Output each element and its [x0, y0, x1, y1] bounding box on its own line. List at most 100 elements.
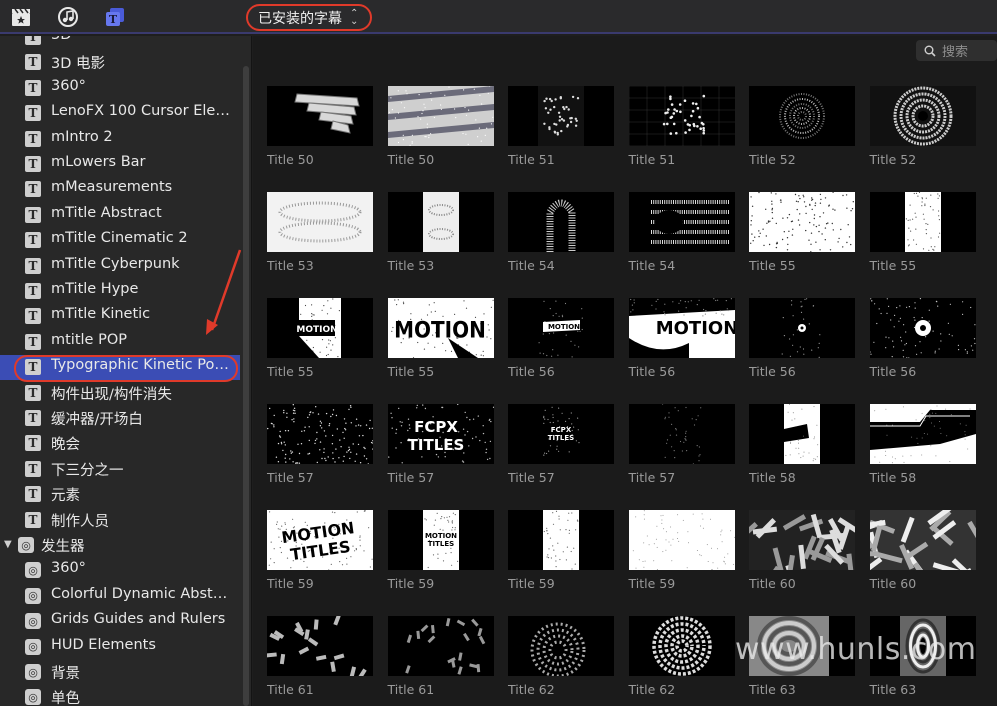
title-tile[interactable]: Title 58 — [869, 404, 976, 485]
title-thumbnail[interactable] — [628, 404, 735, 464]
title-tile[interactable]: Title 52 — [869, 86, 976, 167]
sidebar-item[interactable]: TmTitle Hype — [0, 279, 240, 304]
sidebar-item[interactable]: TmTitle Cinematic 2 — [0, 228, 240, 253]
sidebar-item[interactable]: TmTitle Abstract — [0, 203, 240, 228]
title-thumbnail[interactable]: MOTION — [628, 298, 735, 358]
title-tile[interactable]: Title 55 — [749, 192, 855, 273]
disclosure-triangle-icon[interactable]: ▼ — [4, 539, 12, 550]
title-thumbnail[interactable]: MOTION — [267, 298, 373, 358]
title-thumbnail[interactable] — [869, 510, 976, 570]
library-dropdown[interactable]: 已安装的字幕 ⌃ ⌄ — [246, 4, 372, 31]
title-tile[interactable]: Title 54 — [628, 192, 735, 273]
title-tile[interactable]: Title 59 — [508, 510, 614, 591]
title-thumbnail[interactable] — [749, 192, 855, 252]
titles-icon[interactable]: T — [104, 6, 126, 28]
sidebar-scrollbar[interactable] — [243, 66, 249, 706]
sidebar-item[interactable]: ◎ HUD Elements — [0, 635, 240, 660]
title-tile[interactable]: Title 50 — [267, 86, 373, 167]
title-tile[interactable]: Title 52 — [749, 86, 855, 167]
sidebar-item[interactable]: ◎ 单色 — [0, 685, 240, 706]
title-thumbnail[interactable] — [628, 192, 735, 252]
title-tile[interactable]: Title 57 — [267, 404, 373, 485]
sidebar-item[interactable]: T 晚会 — [0, 431, 240, 456]
title-tile[interactable]: Title 61 — [387, 616, 494, 697]
sidebar-item[interactable]: T 构件出现/构件消失 — [0, 381, 240, 406]
sidebar-item[interactable]: TmMeasurements — [0, 177, 240, 202]
sidebar-item[interactable]: T 3D 电影 — [0, 50, 240, 75]
sidebar-item[interactable]: T 下三分之一 — [0, 457, 240, 482]
title-tile[interactable]: Title 61 — [267, 616, 373, 697]
title-thumbnail[interactable] — [267, 86, 373, 146]
sidebar-item[interactable]: T 缓冲器/开场白 — [0, 406, 240, 431]
title-thumbnail[interactable] — [387, 192, 494, 252]
title-tile[interactable]: Title 51 — [508, 86, 614, 167]
sidebar-item[interactable]: TmIntro 2 — [0, 127, 240, 152]
sidebar-item[interactable]: TmLowers Bar — [0, 152, 240, 177]
title-tile[interactable]: MOTION TITLES Title 59 — [387, 510, 494, 591]
sidebar-item[interactable]: ◎ 360° — [0, 558, 240, 583]
title-tile[interactable]: Title 56 — [749, 298, 855, 379]
title-thumbnail[interactable] — [508, 192, 614, 252]
title-tile[interactable]: Title 50 — [387, 86, 494, 167]
title-tile[interactable]: Title 62 — [628, 616, 735, 697]
sidebar-item[interactable]: T 3D — [0, 36, 240, 50]
title-thumbnail[interactable] — [508, 616, 614, 676]
title-tile[interactable]: Title 62 — [508, 616, 614, 697]
title-thumbnail[interactable]: FCPX TITLES — [508, 404, 614, 464]
title-thumbnail[interactable] — [869, 86, 976, 146]
sidebar-item[interactable]: T 360° — [0, 76, 240, 101]
title-tile[interactable]: Title 63 — [869, 616, 976, 697]
title-tile[interactable]: Title 53 — [387, 192, 494, 273]
sidebar-item[interactable]: ◎ 背景 — [0, 660, 240, 685]
title-tile[interactable]: Title 51 — [628, 86, 735, 167]
title-tile[interactable]: Title 59 — [628, 510, 735, 591]
music-notes-icon[interactable] — [57, 6, 79, 28]
title-thumbnail[interactable] — [749, 616, 855, 676]
title-thumbnail[interactable] — [749, 404, 855, 464]
title-tile[interactable]: Title 60 — [749, 510, 855, 591]
title-tile[interactable]: Title 56 — [869, 298, 976, 379]
title-thumbnail[interactable] — [628, 616, 735, 676]
title-thumbnail[interactable] — [749, 510, 855, 570]
title-tile[interactable]: MOTION Title 56 — [508, 298, 614, 379]
search-field[interactable]: 搜索 — [916, 40, 997, 61]
title-tile[interactable]: Title 53 — [267, 192, 373, 273]
title-thumbnail[interactable] — [267, 192, 373, 252]
title-tile[interactable]: Title 60 — [869, 510, 976, 591]
title-thumbnail[interactable] — [749, 86, 855, 146]
title-tile[interactable]: MOTION TITLES Title 59 — [267, 510, 373, 591]
sidebar-item[interactable]: T 制作人员 — [0, 508, 240, 533]
title-thumbnail[interactable] — [628, 510, 735, 570]
title-thumbnail[interactable] — [869, 404, 976, 464]
sidebar-item[interactable]: T 元素 — [0, 482, 240, 507]
sidebar-item[interactable]: TmTitle Kinetic — [0, 304, 240, 329]
sidebar-item[interactable]: ◎ Colorful Dynamic Abstra... — [0, 584, 240, 609]
title-thumbnail[interactable]: MOTION — [508, 298, 614, 358]
title-thumbnail[interactable] — [387, 86, 494, 146]
title-tile[interactable]: Title 57 — [628, 404, 735, 485]
title-tile[interactable]: FCPX TITLES Title 57 — [387, 404, 494, 485]
title-tile[interactable]: MOTION Title 56 — [628, 298, 735, 379]
title-thumbnail[interactable] — [628, 86, 735, 146]
sidebar-item[interactable]: TmTitle Cyberpunk — [0, 254, 240, 279]
sidebar-item[interactable]: Tmtitle POP — [0, 330, 240, 355]
title-thumbnail[interactable]: MOTION — [387, 298, 494, 358]
title-tile[interactable]: Title 54 — [508, 192, 614, 273]
sidebar-item[interactable]: ◎ Grids Guides and Rulers — [0, 609, 240, 634]
title-thumbnail[interactable] — [749, 298, 855, 358]
title-tile[interactable]: Title 55 — [869, 192, 976, 273]
sidebar-category-generators[interactable]: ▼ ◎ 发生器 — [0, 533, 240, 558]
title-thumbnail[interactable]: FCPX TITLES — [387, 404, 494, 464]
title-tile[interactable]: FCPX TITLES Title 57 — [508, 404, 614, 485]
title-thumbnail[interactable] — [387, 616, 494, 676]
title-thumbnail[interactable] — [869, 192, 976, 252]
title-thumbnail[interactable]: MOTION TITLES — [387, 510, 494, 570]
title-thumbnail[interactable]: MOTION TITLES — [267, 510, 373, 570]
title-thumbnail[interactable] — [508, 510, 614, 570]
title-thumbnail[interactable] — [508, 86, 614, 146]
sidebar-item[interactable]: T LenoFX 100 Cursor Elem... — [0, 101, 240, 126]
title-tile[interactable]: Title 58 — [749, 404, 855, 485]
title-thumbnail[interactable] — [869, 616, 976, 676]
title-tile[interactable]: MOTION Title 55 — [387, 298, 494, 379]
sidebar-item[interactable]: T Typographic Kinetic Post... — [0, 355, 240, 381]
